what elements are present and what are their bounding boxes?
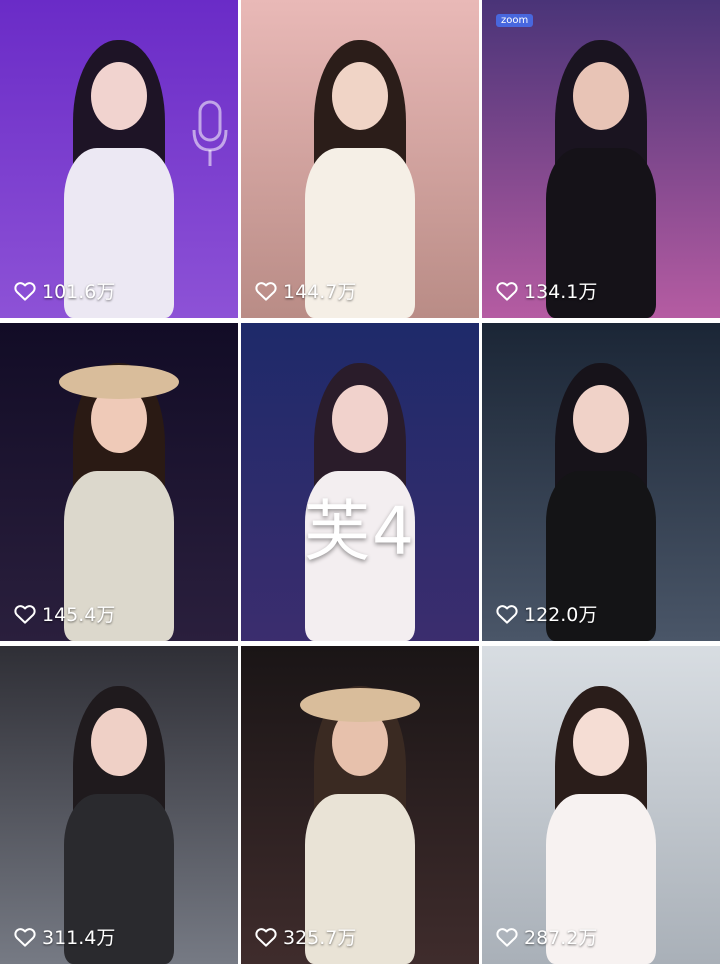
face-shape [332,62,388,130]
heart-icon [255,927,277,947]
zoom-badge: zoom [496,14,534,27]
like-count-text: 287.2万 [524,927,598,949]
performer-figure [44,674,194,964]
like-count-text: 122.0万 [524,604,598,626]
face-shape [332,385,388,453]
video-thumbnail[interactable]: 287.2万 [482,646,720,964]
microphone-icon [190,100,230,174]
video-thumbnail[interactable]: 芙4 [241,323,479,641]
performer-figure [526,28,676,318]
heart-icon [14,281,36,301]
face-shape [91,708,147,776]
like-count-text: 145.4万 [42,604,116,626]
performer-figure [526,351,676,641]
face-shape [573,708,629,776]
heart-icon [496,604,518,624]
performer-figure [44,351,194,641]
hat-shape [59,365,179,399]
heart-icon [14,604,36,624]
video-thumbnail[interactable]: 311.4万 [0,646,238,964]
like-count: 325.7万 [255,923,356,950]
face-shape [573,62,629,130]
like-count-text: 144.7万 [283,281,357,303]
like-count: 145.4万 [14,600,115,627]
like-count: 134.1万 [496,277,597,304]
like-count: 101.6万 [14,277,115,304]
video-thumbnail[interactable]: 325.7万 [241,646,479,964]
heart-icon [255,281,277,301]
video-thumbnail[interactable]: 144.7万 [241,0,479,318]
video-grid: 101.6万 144.7万 zoom 134.1万 145.4万 芙4 122.0万 311.… [0,0,720,964]
video-thumbnail[interactable]: 101.6万 [0,0,238,318]
performer-figure [44,28,194,318]
video-thumbnail[interactable]: 122.0万 [482,323,720,641]
hat-shape [300,688,420,722]
like-count-text: 325.7万 [283,927,357,949]
heart-icon [14,927,36,947]
like-count: 287.2万 [496,923,597,950]
performer-figure [285,28,435,318]
heart-icon [496,281,518,301]
like-count-text: 134.1万 [524,281,598,303]
performer-figure [285,674,435,964]
video-thumbnail[interactable]: zoom 134.1万 [482,0,720,318]
video-thumbnail[interactable]: 145.4万 [0,323,238,641]
like-count-text: 101.6万 [42,281,116,303]
face-shape [91,62,147,130]
like-count: 144.7万 [255,277,356,304]
like-count-text: 311.4万 [42,927,116,949]
performer-figure [526,674,676,964]
like-count: 311.4万 [14,923,115,950]
like-count: 122.0万 [496,600,597,627]
face-shape [573,385,629,453]
heart-icon [496,927,518,947]
overlay-caption: 芙4 [304,493,416,570]
